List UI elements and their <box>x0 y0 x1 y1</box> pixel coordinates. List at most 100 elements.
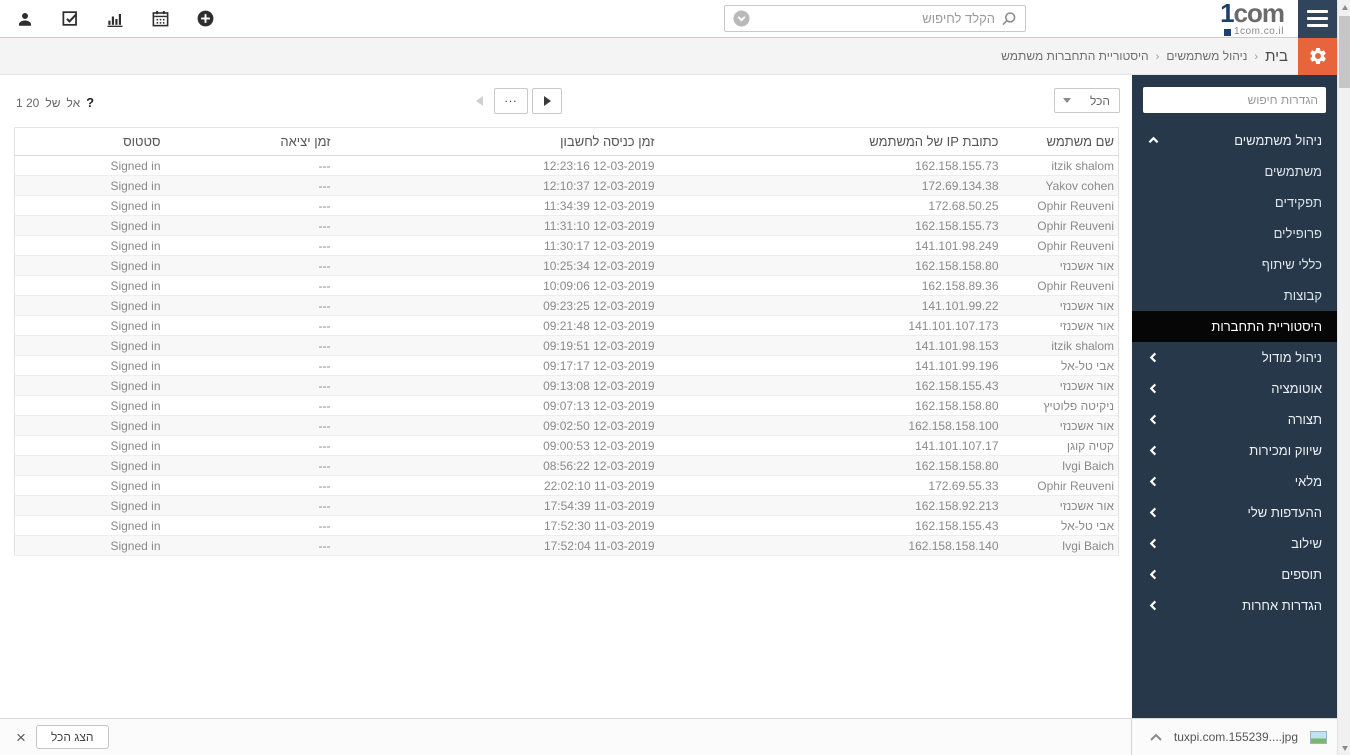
sidebar-item[interactable]: ההעדפות שלי <box>1132 497 1337 528</box>
sidebar-item[interactable]: תוספים <box>1132 559 1337 590</box>
status-cell: Signed in <box>14 235 165 256</box>
sidebar-item[interactable]: כללי שיתוף <box>1132 249 1337 280</box>
sidebar-item[interactable]: היסטוריית התחברות <box>1132 311 1337 342</box>
download-file-name: tuxpi.com.155239....jpg <box>1173 730 1298 744</box>
sidebar-search-input[interactable] <box>1143 87 1326 113</box>
sidebar-item-label: אוטומציה <box>1271 381 1322 396</box>
sidebar-item[interactable]: אוטומציה <box>1132 373 1337 404</box>
global-search-input[interactable] <box>750 11 1001 26</box>
global-search-box <box>724 5 1026 32</box>
chevron-down-circle-icon[interactable] <box>733 10 750 27</box>
logout-time-cell: --- <box>164 515 335 536</box>
status-cell: Signed in <box>14 355 165 376</box>
show-all-downloads-button[interactable]: הצג הכל <box>35 725 109 749</box>
vertical-scrollbar[interactable] <box>1337 0 1350 755</box>
ip-cell: 162.158.158.80 <box>658 255 1003 276</box>
login-time-cell: 12:10:37 12-03-2019 <box>334 175 659 196</box>
user-cell: itzik shalom <box>1002 335 1119 356</box>
reports-chart-icon[interactable] <box>104 8 126 30</box>
history-row: אור אשכנזי 162.158.155.43 09:13:08 12-03-2… <box>14 375 1119 396</box>
scrollbar-thumb[interactable] <box>1339 16 1350 88</box>
logout-time-cell: --- <box>164 535 335 556</box>
ip-cell: 172.69.134.38 <box>658 175 1003 196</box>
prev-page-button[interactable] <box>468 88 490 114</box>
sidebar-item[interactable]: ניהול מודול <box>1132 342 1337 373</box>
tasks-check-icon[interactable] <box>59 8 81 30</box>
history-row: Yakov cohen 172.69.134.38 12:10:37 12-03-2… <box>14 175 1119 196</box>
chevron-left-icon <box>1147 445 1159 456</box>
chevron-left-icon <box>1147 352 1159 363</box>
sidebar-item[interactable]: קבוצות <box>1132 280 1337 311</box>
user-cell: Yakov cohen <box>1002 175 1119 196</box>
logout-time-cell: --- <box>164 475 335 496</box>
ip-cell: 141.101.99.22 <box>658 295 1003 316</box>
more-pages-button[interactable]: ... <box>494 88 528 114</box>
scroll-down-arrow-icon[interactable] <box>1338 741 1350 755</box>
sidebar-item-label: תפקידים <box>1274 195 1322 210</box>
sidebar-item[interactable]: משתמשים <box>1132 156 1337 187</box>
user-cell: Ophir Reuveni <box>1002 475 1119 496</box>
ip-cell: 162.158.158.140 <box>658 535 1003 556</box>
history-row: itzik shalom 141.101.98.153 09:19:51 12-03… <box>14 335 1119 356</box>
logout-time-cell: --- <box>164 415 335 436</box>
sidebar-item[interactable]: תצורה <box>1132 404 1337 435</box>
sidebar-item[interactable]: שיווק ומכירות <box>1132 435 1337 466</box>
ip-cell: 162.158.158.80 <box>658 395 1003 416</box>
sidebar-item-label: משתמשים <box>1264 164 1322 179</box>
history-row: אבי טל-אל 162.158.155.43 17:52:30 11-03-20… <box>14 515 1119 536</box>
logo-text: 1com <box>1220 0 1285 28</box>
sidebar-item[interactable]: ניהול משתמשים <box>1132 125 1337 156</box>
logout-time-cell: --- <box>164 495 335 516</box>
user-icon[interactable] <box>14 8 36 30</box>
status-filter-dropdown[interactable]: הכל <box>1054 88 1120 113</box>
chevron-up-icon[interactable] <box>1150 733 1162 741</box>
record-range-counter: 1 20 של אל? <box>16 95 94 110</box>
sidebar-item[interactable]: שילוב <box>1132 528 1337 559</box>
next-page-button[interactable] <box>532 88 562 114</box>
status-cell: Signed in <box>14 275 165 296</box>
add-icon[interactable] <box>194 8 216 30</box>
download-item[interactable]: tuxpi.com.155239....jpg <box>1132 730 1337 744</box>
user-cell: אור אשכנזי <box>1002 495 1119 516</box>
logout-time-cell: --- <box>164 235 335 256</box>
ip-cell: 172.69.55.33 <box>658 475 1003 496</box>
column-header: זמן יציאה <box>164 127 335 156</box>
user-cell: אור אשכנזי <box>1002 295 1119 316</box>
history-row: ניקיטה פלוטיץ 162.158.158.80 09:07:13 12-0… <box>14 395 1119 416</box>
history-row: אור אשכנזי 141.101.107.173 09:21:48 12-03-… <box>14 315 1119 336</box>
status-cell: Signed in <box>14 175 165 196</box>
logout-time-cell: --- <box>164 195 335 216</box>
sidebar-item[interactable]: תפקידים <box>1132 187 1337 218</box>
logout-time-cell: --- <box>164 315 335 336</box>
status-cell: Signed in <box>14 315 165 336</box>
calendar-icon[interactable] <box>149 8 171 30</box>
history-row: אבי טל-אל 141.101.99.196 09:17:17 12-03-20… <box>14 355 1119 376</box>
content-row: 1 20 של אל? ... הכל שם משתמש כתובת IP של המ… <box>0 75 1337 718</box>
history-row: קטיה קוגן 141.101.107.17 09:00:53 12-03-20… <box>14 435 1119 456</box>
help-icon[interactable]: ? <box>86 95 94 110</box>
hamburger-menu-icon[interactable] <box>1298 0 1337 38</box>
column-header: שם משתמש <box>1002 127 1119 156</box>
user-cell: Ivgi Baich <box>1002 535 1119 556</box>
breadcrumb-item[interactable]: היסטוריית התחברות משתמש <box>1001 49 1149 63</box>
breadcrumb-item[interactable]: בית <box>1265 48 1288 65</box>
login-time-cell: 09:23:25 12-03-2019 <box>334 295 659 316</box>
user-cell: itzik shalom <box>1002 155 1119 176</box>
close-icon[interactable]: × <box>16 729 26 746</box>
logo[interactable]: 1com 1com.co.il <box>1220 0 1285 37</box>
sidebar-item[interactable]: הגדרות אחרות <box>1132 590 1337 621</box>
scroll-up-arrow-icon[interactable] <box>1338 0 1350 14</box>
sidebar-item-label: ההעדפות שלי <box>1247 505 1322 520</box>
sidebar-item[interactable]: פרופילים <box>1132 218 1337 249</box>
status-cell: Signed in <box>14 455 165 476</box>
column-header: סטטוס <box>14 127 165 156</box>
toolbar-icon-group <box>0 8 230 30</box>
pagination: ... <box>468 88 562 114</box>
ip-cell: 162.158.89.36 <box>658 275 1003 296</box>
login-time-cell: 17:54:39 11-03-2019 <box>334 495 659 516</box>
sidebar-item[interactable]: מלאי <box>1132 466 1337 497</box>
breadcrumb-item[interactable]: ניהול משתמשים <box>1166 49 1247 63</box>
logout-time-cell: --- <box>164 215 335 236</box>
settings-gear-button[interactable] <box>1298 37 1337 75</box>
sidebar-item-label: פרופילים <box>1273 226 1322 241</box>
